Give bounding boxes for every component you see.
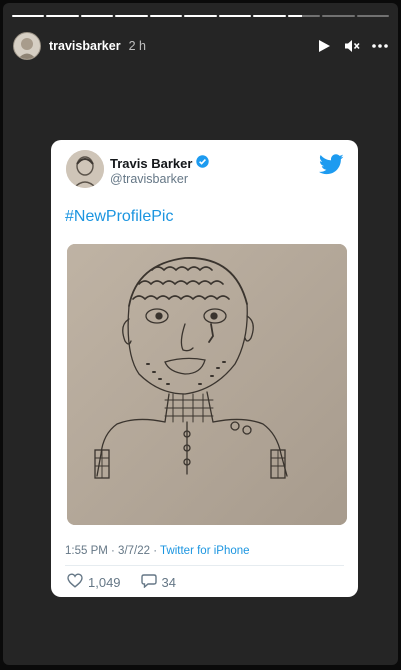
- post-time: 2 h: [128, 39, 146, 53]
- progress-segment: [253, 15, 286, 17]
- like-count: 1,049: [88, 574, 121, 590]
- reply-stat[interactable]: 34: [140, 573, 177, 591]
- like-stat[interactable]: 1,049: [67, 573, 121, 591]
- tweet-timestamp: 1:55 PM · 3/7/22 ·: [65, 545, 161, 557]
- play-icon[interactable]: [316, 38, 332, 54]
- progress-fill: [287, 15, 303, 17]
- progress-fill: [80, 15, 114, 17]
- reply-count: 34: [161, 574, 177, 590]
- author-name: Travis Barker: [110, 155, 193, 171]
- tweet-stats: 1,049 34: [67, 573, 196, 591]
- progress-fill: [253, 15, 286, 17]
- twitter-bird-icon: [318, 154, 344, 180]
- progress-segment: [46, 15, 79, 17]
- progress-fill: [184, 15, 217, 17]
- heart-icon[interactable]: [67, 573, 83, 591]
- progress-segment: [80, 15, 114, 17]
- tweet-author: Travis Barker: [110, 155, 210, 171]
- tweet-source[interactable]: Twitter for iPhone: [160, 545, 249, 557]
- progress-segment: [287, 15, 321, 17]
- tweet-text[interactable]: #NewProfilePic: [65, 208, 173, 226]
- progress-segment: [115, 15, 148, 17]
- progress-fill: [46, 15, 79, 17]
- progress-segment: [12, 15, 45, 17]
- progress-segment: [184, 15, 217, 17]
- progress-segment: [149, 15, 183, 17]
- mute-icon[interactable]: [344, 38, 360, 54]
- progress-segment: [218, 15, 252, 17]
- story-header: travisbarker 2 h: [13, 30, 388, 62]
- tweet-meta: 1:55 PM · 3/7/22 · Twitter for iPhone: [65, 545, 250, 557]
- author-handle: @travisbarker: [110, 172, 188, 186]
- progress-fill: [12, 15, 45, 17]
- tweet-avatar: [66, 150, 104, 188]
- divider: [65, 565, 344, 566]
- tweet-card[interactable]: Travis Barker @travisbarker #NewProfileP…: [51, 140, 358, 597]
- progress-segment: [356, 15, 389, 17]
- tweet-photo[interactable]: [67, 244, 347, 525]
- progress-fill: [218, 15, 252, 17]
- progress-fill: [149, 15, 183, 17]
- username[interactable]: travisbarker: [49, 39, 121, 53]
- verified-badge-icon: [196, 155, 210, 171]
- story-viewer: travisbarker 2 h Travis Barker @travisba…: [3, 3, 398, 665]
- comment-icon[interactable]: [140, 573, 157, 591]
- more-icon[interactable]: [372, 38, 388, 54]
- progress-segment: [322, 15, 355, 17]
- story-progress: [12, 15, 389, 18]
- avatar[interactable]: [13, 32, 41, 60]
- progress-fill: [115, 15, 148, 17]
